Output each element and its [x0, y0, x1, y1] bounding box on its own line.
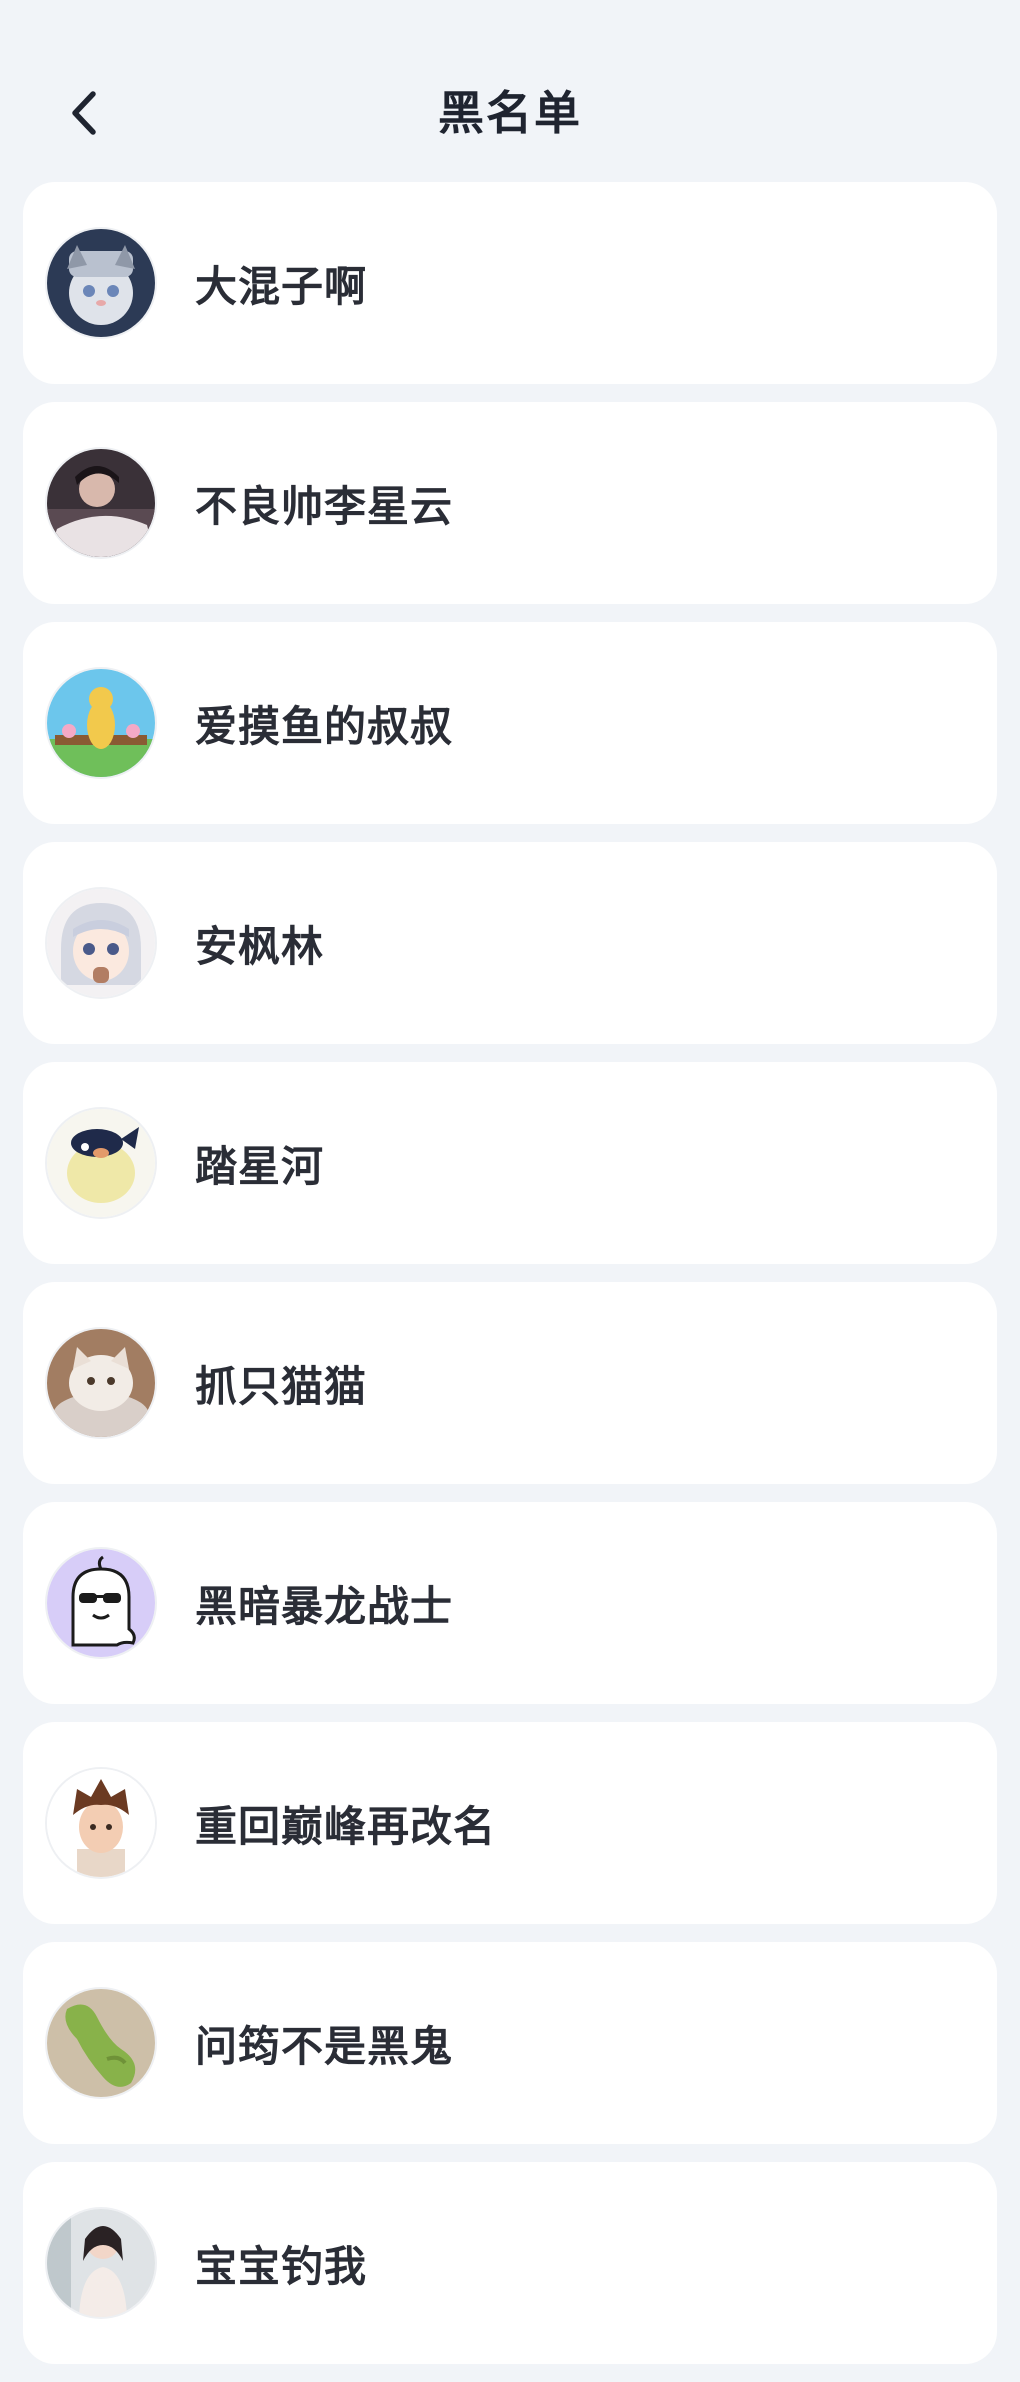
green-plush-avatar: [47, 1989, 155, 2097]
list-item[interactable]: 爱摸鱼的叔叔: [23, 622, 997, 824]
anime-girl-avatar: [47, 889, 155, 997]
avatar: [47, 669, 155, 777]
list-item[interactable]: 安枫林: [23, 842, 997, 1044]
list-item[interactable]: 问筠不是黑鬼: [23, 1942, 997, 2144]
user-name: 问筠不是黑鬼: [195, 2021, 454, 2071]
list-item[interactable]: 重回巅峰再改名: [23, 1722, 997, 1924]
user-name: 重回巅峰再改名: [195, 1801, 497, 1851]
page-title: 黑名单: [438, 86, 582, 140]
list-item[interactable]: 不良帅李星云: [23, 402, 997, 604]
avatar: [47, 1549, 155, 1657]
cartoon-avatar: [47, 669, 155, 777]
header: 黑名单: [0, 0, 1020, 180]
user-name: 踏星河: [195, 1141, 325, 1191]
list-item[interactable]: 踏星河: [23, 1062, 997, 1264]
user-name: 大混子啊: [195, 261, 368, 311]
avatar: [47, 1329, 155, 1437]
user-name: 抓只猫猫: [195, 1361, 368, 1411]
cat-avatar: [47, 229, 155, 337]
user-name: 不良帅李星云: [195, 481, 454, 531]
avatar: [47, 889, 155, 997]
kitten-avatar: [47, 1329, 155, 1437]
user-name: 黑暗暴龙战士: [195, 1581, 454, 1631]
user-name: 宝宝钓我: [195, 2241, 368, 2291]
avatar: [47, 1109, 155, 1217]
ghost-sunglasses-avatar: [47, 1549, 155, 1657]
list-item[interactable]: 抓只猫猫: [23, 1282, 997, 1484]
list-item[interactable]: 黑暗暴龙战士: [23, 1502, 997, 1704]
blacklist: 大混子啊 不良帅李星云 爱摸鱼的叔叔 安枫林 踏星河 抓只猫猫 黑暗暴龙战士 重…: [23, 182, 997, 2382]
avatar: [47, 2209, 155, 2317]
user-name: 爱摸鱼的叔叔: [195, 701, 454, 751]
girl-photo-avatar: [47, 2209, 155, 2317]
user-name: 安枫林: [195, 921, 325, 971]
list-item[interactable]: 宝宝钓我: [23, 2162, 997, 2364]
list-item[interactable]: 大混子啊: [23, 182, 997, 384]
fish-avatar: [47, 1109, 155, 1217]
avatar: [47, 1989, 155, 2097]
boy-3d-avatar: [47, 1769, 155, 1877]
avatar: [47, 449, 155, 557]
avatar: [47, 229, 155, 337]
person-avatar: [47, 449, 155, 557]
avatar: [47, 1769, 155, 1877]
